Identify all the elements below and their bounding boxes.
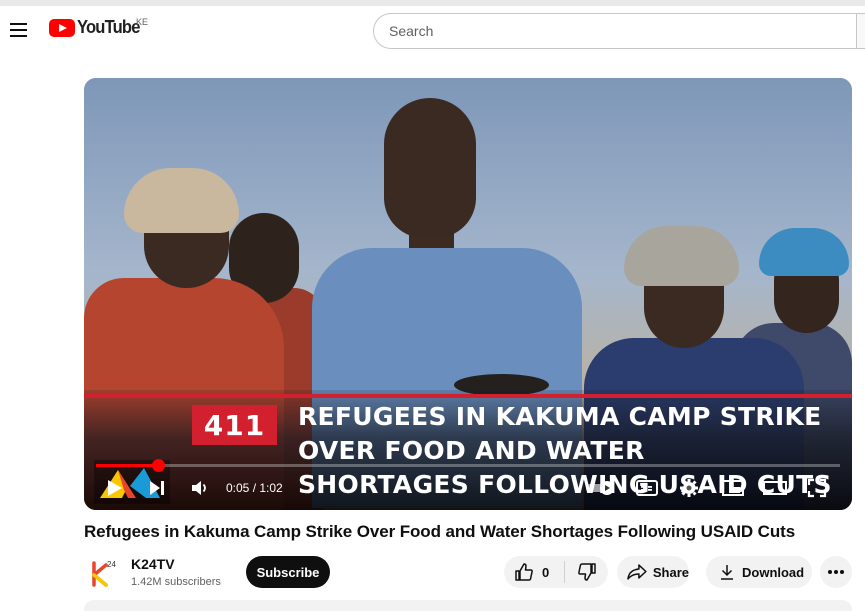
youtube-play-logo-icon xyxy=(49,18,75,37)
masthead: YouTube KE xyxy=(0,6,865,56)
search-button[interactable] xyxy=(856,13,865,49)
autoplay-toggle-icon xyxy=(586,481,614,495)
next-icon xyxy=(150,481,164,495)
video-title: Refugees in Kakuma Camp Strike Over Food… xyxy=(84,522,796,541)
headline-line: REFUGEES IN KAKUMA CAMP STRIKE xyxy=(298,402,822,431)
country-code: KE xyxy=(136,17,149,27)
fullscreen-icon xyxy=(807,478,827,498)
video-scene-shape xyxy=(384,98,476,238)
hamburger-menu-icon[interactable] xyxy=(4,16,32,44)
channel-name[interactable]: K24TV xyxy=(131,556,175,572)
search-input[interactable] xyxy=(374,14,863,48)
next-button[interactable] xyxy=(144,474,170,502)
more-horizontal-icon xyxy=(828,570,844,574)
thumbs-down-icon xyxy=(577,563,596,581)
logo-wordmark: YouTube xyxy=(77,17,140,37)
settings-button[interactable] xyxy=(674,474,704,502)
progress-bar[interactable] xyxy=(96,464,840,467)
dislike-button[interactable] xyxy=(565,556,608,588)
share-button[interactable]: Share xyxy=(617,556,689,588)
like-count: 0 xyxy=(542,564,550,580)
video-scene-shape xyxy=(759,228,849,276)
owner-row: 24 K24TV 1.42M subscribers Subscribe 0 S… xyxy=(84,554,864,592)
download-label: Download xyxy=(742,564,805,580)
subscriber-count: 1.42M subscribers xyxy=(131,576,221,588)
fullscreen-button[interactable] xyxy=(802,474,832,502)
captions-button[interactable] xyxy=(632,474,662,502)
lower-third-rule xyxy=(84,394,852,398)
k24-logo-icon: 24 xyxy=(92,560,116,587)
play-icon xyxy=(108,480,122,496)
description-box[interactable] xyxy=(84,600,852,611)
volume-button[interactable] xyxy=(186,474,214,502)
miniplayer-button[interactable] xyxy=(718,474,748,502)
subscribe-button[interactable]: Subscribe xyxy=(246,556,330,588)
volume-icon xyxy=(192,481,206,495)
headline-line: OVER FOOD AND WATER xyxy=(298,436,645,465)
autoplay-toggle[interactable] xyxy=(584,474,622,502)
like-button[interactable]: 0 xyxy=(504,556,564,588)
lower-third-number-box: 411 xyxy=(192,405,277,445)
play-button[interactable] xyxy=(100,474,128,502)
search-box xyxy=(373,13,863,49)
video-scene-shape xyxy=(124,168,239,233)
download-button[interactable]: Download xyxy=(706,556,812,588)
more-actions-button[interactable] xyxy=(820,556,852,588)
progress-played xyxy=(96,464,158,467)
youtube-logo[interactable]: YouTube xyxy=(49,17,145,38)
captions-icon xyxy=(636,480,658,496)
share-label: Share xyxy=(652,564,689,580)
miniplayer-icon xyxy=(722,480,744,496)
settings-icon xyxy=(680,479,698,497)
like-dislike-group: 0 xyxy=(504,556,608,588)
theater-mode-button[interactable] xyxy=(760,474,790,502)
lower-third-number: 411 xyxy=(203,408,266,442)
channel-avatar[interactable]: 24 xyxy=(86,555,122,591)
theater-icon xyxy=(763,481,787,495)
player-controls: 0:05 / 1:02 xyxy=(84,474,852,502)
video-scene-shape xyxy=(624,226,739,286)
time-display: 0:05 / 1:02 xyxy=(226,481,283,495)
thumbs-up-icon xyxy=(515,563,533,581)
svg-text:24: 24 xyxy=(107,560,116,569)
video-player[interactable]: 411 REFUGEES IN KAKUMA CAMP STRIKE OVER … xyxy=(84,78,852,510)
progress-scrubber-handle[interactable] xyxy=(152,459,165,472)
download-icon xyxy=(721,565,733,580)
share-icon xyxy=(627,564,647,580)
